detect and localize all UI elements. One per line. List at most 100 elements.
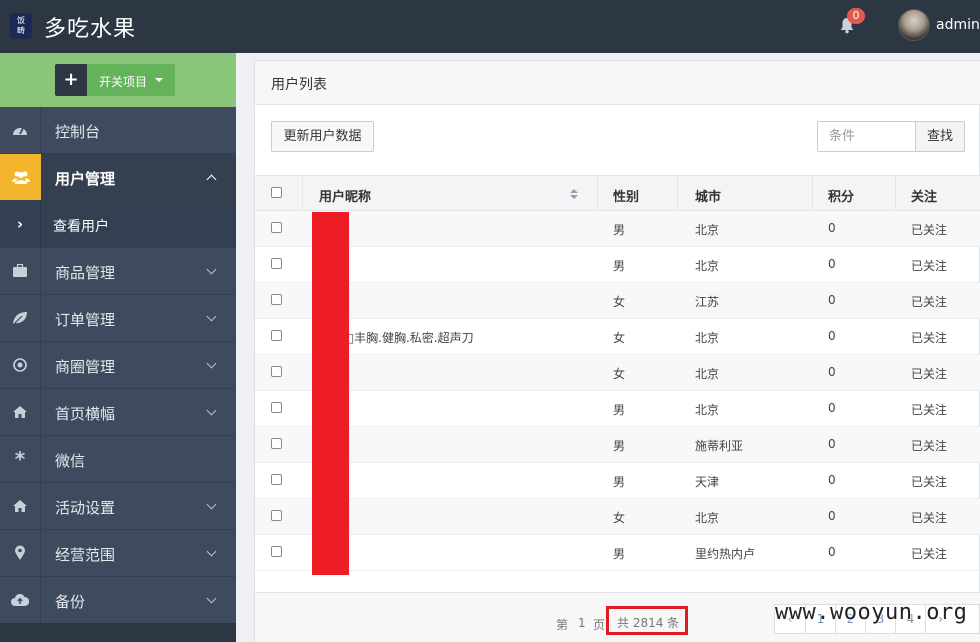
sort-icon[interactable]: [569, 188, 579, 200]
users-icon: [0, 154, 41, 200]
home-icon: [0, 483, 41, 529]
column-divider: [302, 176, 303, 211]
cell-gender: 女: [613, 511, 626, 525]
table-row[interactable]: 女 北京 0 已关注: [255, 499, 980, 535]
sidebar-item-label: 控制台: [55, 123, 101, 141]
cell-city: 北京: [695, 403, 720, 417]
dashboard-icon: [0, 107, 41, 153]
sidebar-item-products[interactable]: 商品管理: [0, 248, 236, 295]
map-marker-icon: [0, 530, 41, 576]
current-page-number: 1: [578, 616, 586, 630]
refresh-users-button[interactable]: 更新用户数据: [271, 121, 374, 152]
table-row[interactable]: 男 里约热内卢 0 已关注: [255, 535, 980, 571]
panel-header: 用户列表: [255, 61, 980, 105]
row-checkbox[interactable]: [271, 438, 282, 449]
cell-points: 0: [828, 293, 836, 307]
row-checkbox[interactable]: [271, 402, 282, 413]
sidebar-item-label: 首页横幅: [55, 405, 116, 423]
cell-points: 0: [828, 401, 836, 415]
cell-points: 0: [828, 221, 836, 235]
row-checkbox[interactable]: [271, 258, 282, 269]
sidebar-item-home-banner[interactable]: 首页横幅: [0, 389, 236, 436]
home-icon: [0, 389, 41, 435]
sidebar-item-wechat[interactable]: * 微信: [0, 436, 236, 483]
cell-city: 天津: [695, 475, 720, 489]
panel-title: 用户列表: [271, 77, 327, 93]
page-suffix: 页: [593, 618, 606, 632]
table-row[interactable]: 女 江苏 0 已关注: [255, 283, 980, 319]
sidebar-item-label: 备份: [55, 593, 86, 611]
cell-gender: 男: [613, 259, 626, 273]
column-divider: [895, 176, 896, 211]
user-name[interactable]: admin: [936, 17, 980, 33]
brand-title: 多吃水果: [44, 17, 137, 42]
sidebar-item-dashboard[interactable]: 控制台: [0, 107, 236, 154]
search-input[interactable]: 条件: [817, 121, 916, 152]
sidebar-item-label: 商品管理: [55, 264, 116, 282]
table-header: 用户昵称 性别 城市 积分 关注: [255, 175, 980, 211]
sidebar-item-label: 商圈管理: [55, 358, 116, 376]
sidebar-item-view-users[interactable]: › 查看用户: [0, 201, 236, 248]
caret-down-icon: [155, 78, 163, 82]
sidebar: + 开关项目 控制台 用户管理 › 查看用户 商品管理 订单管理 商圈管理 首页…: [0, 53, 236, 642]
column-nickname[interactable]: 用户昵称: [319, 186, 371, 205]
cell-gender: 男: [613, 403, 626, 417]
sidebar-item-label: 查看用户: [53, 219, 109, 235]
table-row[interactable]: 女 北京 0 已关注: [255, 355, 980, 391]
chevron-down-icon: [206, 311, 217, 322]
cell-gender: 女: [613, 367, 626, 381]
cell-points: 0: [828, 473, 836, 487]
cell-city: 施蒂利亚: [695, 439, 744, 453]
row-checkbox[interactable]: [271, 474, 282, 485]
cell-points: 0: [828, 509, 836, 523]
sidebar-item-orders[interactable]: 订单管理: [0, 295, 236, 342]
sidebar-footer: [0, 623, 236, 642]
sidebar-item-user-management[interactable]: 用户管理: [0, 154, 236, 201]
cell-follow: 已关注: [911, 331, 948, 345]
column-gender[interactable]: 性别: [613, 186, 639, 205]
row-checkbox[interactable]: [271, 546, 282, 557]
cell-follow: 已关注: [911, 439, 948, 453]
table-row[interactable]: 伍 □丰胸.健胸.私密.超声刀女北京 0 已关注: [255, 319, 980, 355]
cell-follow: 已关注: [911, 511, 948, 525]
new-project-label: 开关项目: [99, 75, 148, 89]
row-checkbox[interactable]: [271, 510, 282, 521]
sidebar-item-label: 经营范围: [55, 546, 116, 564]
avatar[interactable]: [898, 9, 930, 41]
row-checkbox[interactable]: [271, 330, 282, 341]
row-checkbox[interactable]: [271, 294, 282, 305]
table-row[interactable]: 男 天津 0 已关注: [255, 463, 980, 499]
cell-city: 江苏: [695, 295, 720, 309]
briefcase-icon: [0, 248, 41, 294]
select-all-checkbox[interactable]: [271, 187, 282, 198]
cell-points: 0: [828, 365, 836, 379]
chevron-up-icon: [206, 174, 217, 185]
table-row[interactable]: le男北京0已关注: [255, 211, 980, 247]
user-list-panel: 用户列表 更新用户数据 条件 查找 用户昵称 性别 城市 积分 关注 le男北京…: [254, 60, 980, 642]
search-button[interactable]: 查找: [915, 121, 965, 152]
column-points[interactable]: 积分: [828, 186, 854, 205]
plus-icon: +: [55, 64, 87, 96]
sidebar-item-backup[interactable]: 备份: [0, 577, 236, 624]
chevron-down-icon: [206, 499, 217, 510]
sidebar-item-business-district[interactable]: 商圈管理: [0, 342, 236, 389]
column-divider: [677, 176, 678, 211]
new-project-button[interactable]: + 开关项目: [55, 64, 175, 96]
table-row[interactable]: 了男施蒂利亚0已关注: [255, 427, 980, 463]
cell-follow: 已关注: [911, 259, 948, 273]
notification-count-badge: 0: [847, 8, 865, 24]
column-city[interactable]: 城市: [695, 186, 721, 205]
row-checkbox[interactable]: [271, 222, 282, 233]
sidebar-item-business-scope[interactable]: 经营范围: [0, 530, 236, 577]
column-follow[interactable]: 关注: [911, 186, 937, 205]
row-checkbox[interactable]: [271, 366, 282, 377]
sidebar-item-label: 微信: [55, 452, 86, 470]
sidebar-item-label: 活动设置: [55, 499, 116, 517]
sidebar-item-label: 订单管理: [55, 311, 116, 329]
cell-city: 北京: [695, 223, 720, 237]
table-row[interactable]: 伟男北京0已关注: [255, 247, 980, 283]
cell-points: 0: [828, 437, 836, 451]
sidebar-item-activity-settings[interactable]: 活动设置: [0, 483, 236, 530]
cell-gender: 女: [613, 331, 626, 345]
table-row[interactable]: 男 北京 0 已关注: [255, 391, 980, 427]
